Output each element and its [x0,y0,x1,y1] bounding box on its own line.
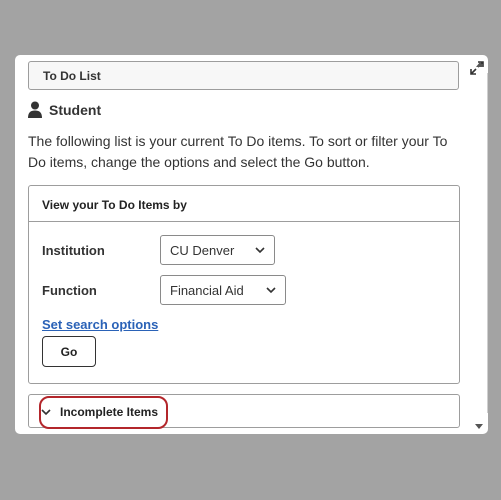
person-icon [28,101,42,118]
institution-select[interactable]: CU Denver [160,235,275,265]
view-options-box: View your To Do Items by Institution CU … [28,185,460,384]
role-label: Student [49,102,102,118]
todo-list-header: To Do List [28,61,459,90]
view-options-title: View your To Do Items by [42,198,187,212]
function-label: Function [42,283,97,298]
view-options-header: View your To Do Items by [29,186,459,222]
set-search-options-link[interactable]: Set search options [42,317,158,332]
scroll-up-icon[interactable] [476,61,484,67]
todo-list-title: To Do List [43,69,101,83]
institution-label: Institution [42,243,105,258]
go-button[interactable]: Go [42,336,96,367]
function-select[interactable]: Financial Aid [160,275,286,305]
todo-content: To Do List Student The following list is… [15,55,485,434]
todo-panel: To Do List Student The following list is… [15,55,488,434]
chevron-down-icon [255,247,265,254]
chevron-down-icon [266,287,276,294]
function-value: Financial Aid [170,282,244,298]
scrollbar-track[interactable] [487,73,488,413]
todo-description: The following list is your current To Do… [28,133,448,170]
institution-value: CU Denver [170,242,235,258]
highlight-annotation [39,396,168,429]
scroll-down-icon[interactable] [475,424,483,430]
role-heading: Student [28,100,101,120]
